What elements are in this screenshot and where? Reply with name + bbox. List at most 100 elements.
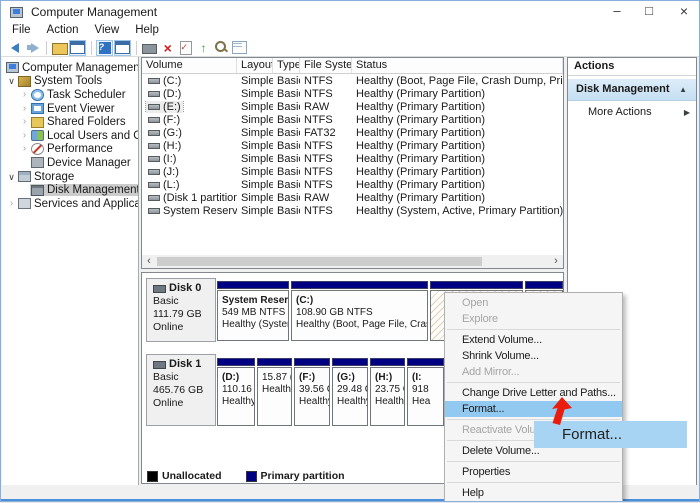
table-row[interactable]: (L:) Simple Basic NTFS Healthy (Primary … [142, 178, 563, 191]
toolbar-button[interactable] [114, 40, 131, 56]
table-row[interactable]: (J:) Simple Basic NTFS Healthy (Primary … [142, 165, 563, 178]
context-menu-item[interactable]: Change Drive Letter and Paths... [445, 385, 622, 401]
collapse-icon[interactable]: ▲ [679, 79, 687, 100]
toolbar-button[interactable] [51, 40, 68, 56]
table-row[interactable]: (H:) Simple Basic NTFS Healthy (Primary … [142, 139, 563, 152]
chevron-icon[interactable]: ∨ [6, 172, 17, 182]
toolbar-button[interactable] [96, 40, 113, 56]
partition[interactable]: (I: 918 Hea [407, 358, 444, 426]
tree-item[interactable]: › Event Viewer [2, 102, 138, 116]
minimize-button[interactable]: – [602, 1, 632, 23]
context-menu-item[interactable]: Open [445, 295, 622, 311]
horizontal-scrollbar[interactable]: ‹ › [142, 255, 563, 268]
toolbar-button[interactable] [213, 40, 230, 56]
chevron-icon[interactable]: › [19, 90, 30, 100]
menu-item[interactable]: Help [127, 23, 167, 39]
volume-name: (E:) [163, 101, 181, 113]
toolbar-button[interactable] [69, 40, 86, 56]
toolbar-button[interactable] [159, 40, 176, 56]
legend: Unallocated Primary partition [147, 470, 345, 482]
chevron-icon[interactable]: › [6, 199, 17, 209]
disk0-label[interactable]: Disk 0 Basic 111.79 GB Online [146, 278, 216, 342]
scroll-left-icon[interactable]: ‹ [142, 255, 156, 268]
partition[interactable]: (D:) 110.16 G Healthy [217, 358, 255, 426]
context-menu-item[interactable]: Shrink Volume... [445, 348, 622, 364]
partition[interactable]: 15.87 ( Health [257, 358, 292, 426]
tree-item[interactable]: ∨ Storage [2, 170, 138, 184]
table-row[interactable]: (G:) Simple Basic FAT32 Healthy (Primary… [142, 126, 563, 139]
volume-layout: Simple [237, 192, 273, 204]
volume-filesystem: RAW [300, 101, 352, 113]
context-menu-item[interactable]: Extend Volume... [445, 332, 622, 348]
column-header[interactable]: Type [273, 58, 300, 73]
context-menu-item[interactable]: Properties [445, 464, 622, 480]
tree-item[interactable]: › Task Scheduler [2, 88, 138, 102]
toolbar-button[interactable] [141, 40, 158, 56]
toolbar-icon [26, 43, 39, 53]
toolbar-button[interactable] [24, 40, 41, 56]
scrollbar-thumb[interactable] [157, 257, 482, 266]
tree-item-icon [18, 171, 31, 182]
column-header[interactable]: Volume [142, 58, 237, 73]
table-row[interactable]: (F:) Simple Basic NTFS Healthy (Primary … [142, 113, 563, 126]
chevron-icon[interactable]: › [19, 144, 30, 154]
table-row[interactable]: System Reserved (K:) Simple Basic NTFS H… [142, 204, 563, 217]
partition-status: Healthy (Boot, Page File, Crash Du [296, 319, 427, 331]
tree-item[interactable]: › Performance [2, 143, 138, 157]
partition-status: Healthy [299, 396, 329, 408]
toolbar-button[interactable] [195, 40, 212, 56]
close-button[interactable]: × [669, 1, 699, 23]
menu-item[interactable]: Action [39, 23, 87, 39]
table-row[interactable]: (E:) Simple Basic RAW Healthy (Primary P… [142, 100, 563, 113]
chevron-icon[interactable]: › [19, 117, 30, 127]
table-row[interactable]: (C:) Simple Basic NTFS Healthy (Boot, Pa… [142, 74, 563, 87]
column-header[interactable]: File System [300, 58, 352, 73]
volume-status: Healthy (Primary Partition) [352, 140, 563, 152]
table-row[interactable]: (Disk 1 partition 2) Simple Basic RAW He… [142, 191, 563, 204]
disk-type: Basic [153, 371, 215, 384]
partition-header-bar [407, 358, 444, 366]
chevron-icon[interactable]: › [19, 104, 30, 114]
chevron-icon[interactable]: › [19, 131, 30, 141]
menu-separator [447, 382, 620, 383]
toolbar-button[interactable] [177, 40, 194, 56]
more-actions[interactable]: More Actions ▶ [568, 104, 696, 121]
tree-item[interactable]: ∨ System Tools [2, 75, 138, 89]
context-menu-item[interactable]: Add Mirror... [445, 364, 622, 380]
chevron-icon[interactable]: ∨ [6, 76, 17, 86]
scroll-right-icon[interactable]: › [549, 255, 563, 268]
context-menu-item[interactable]: Format... [445, 401, 622, 417]
toolbar-button[interactable] [6, 40, 23, 56]
partition[interactable]: System Reserve 549 MB NTFS Healthy (Syst… [217, 281, 289, 341]
disk1-label[interactable]: Disk 1 Basic 465.76 GB Online [146, 354, 216, 426]
partition-size: 918 [412, 384, 443, 396]
actions-group-disk-management[interactable]: Disk Management ▲ [568, 78, 696, 101]
menu-item[interactable]: View [87, 23, 128, 39]
partition[interactable]: (H:) 23.75 G Healthy [370, 358, 405, 426]
toolbar-button[interactable] [231, 40, 248, 56]
maximize-button[interactable]: □ [634, 1, 664, 23]
tree-item-label: Services and Applications [34, 198, 139, 210]
menu-item[interactable]: File [4, 23, 39, 39]
tree-item[interactable]: › Services and Applications [2, 197, 138, 211]
context-menu-item[interactable]: Help [445, 485, 622, 501]
tree-item[interactable]: Disk Management [2, 183, 138, 197]
tree-item[interactable]: Computer Management (Local [2, 61, 138, 75]
partition[interactable]: (C:) 108.90 GB NTFS Healthy (Boot, Page … [291, 281, 428, 341]
volume-name: System Reserved (K:) [163, 205, 237, 217]
tree-item[interactable]: › Local Users and Groups [2, 129, 138, 143]
tree-item-label: Local Users and Groups [47, 130, 139, 142]
tree-item[interactable]: Device Manager [2, 156, 138, 170]
column-header[interactable]: Status [352, 58, 563, 73]
tree-item-label: Storage [34, 171, 74, 183]
volume-name: (D:) [163, 88, 181, 100]
volume-type: Basic [273, 127, 300, 139]
context-menu-item[interactable]: Explore [445, 311, 622, 327]
tree-item[interactable]: › Shared Folders [2, 115, 138, 129]
column-header[interactable]: Layout [237, 58, 273, 73]
table-row[interactable]: (D:) Simple Basic NTFS Healthy (Primary … [142, 87, 563, 100]
toolbar-icon [180, 41, 192, 55]
partition[interactable]: (F:) 39.56 G Healthy [294, 358, 330, 426]
partition[interactable]: (G:) 29.48 G Healthy [332, 358, 368, 426]
table-row[interactable]: (I:) Simple Basic NTFS Healthy (Primary … [142, 152, 563, 165]
